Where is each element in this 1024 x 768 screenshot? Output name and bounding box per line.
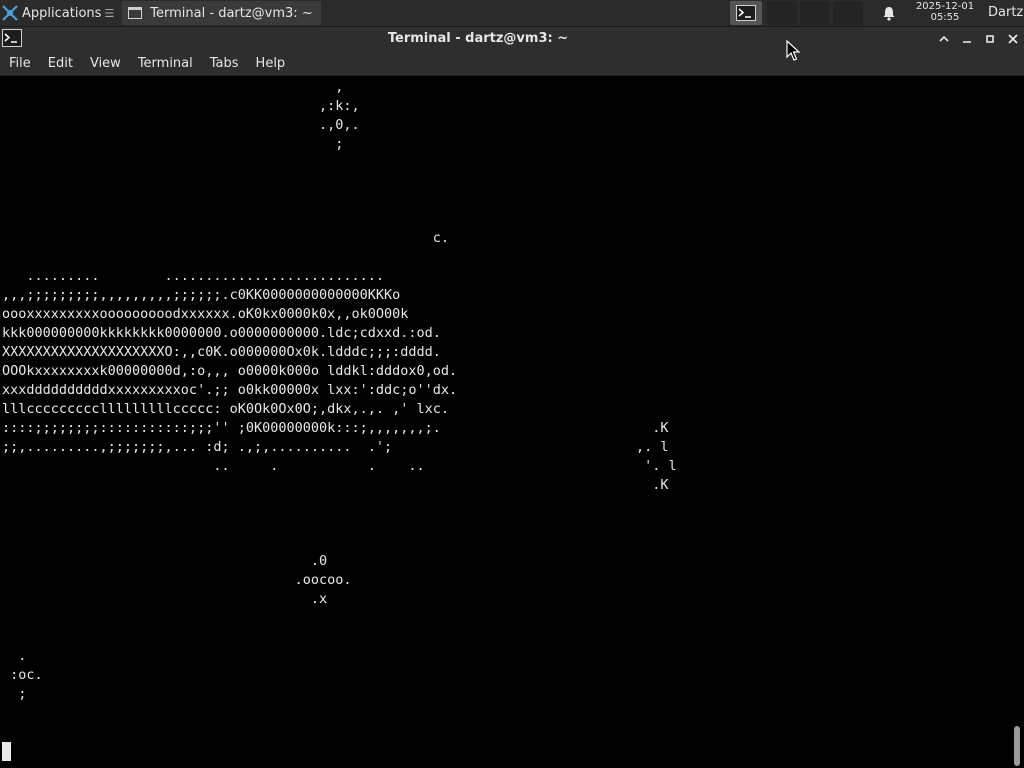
terminal-launcher-button[interactable] xyxy=(730,1,762,25)
terminal-line: oooxxxxxxxxxooooooooodxxxxxx.oK0kx0000k0… xyxy=(2,306,409,322)
terminal-line: lllccccccccclllllllllccccc: oK0Ok0Ox0O;,… xyxy=(2,401,450,417)
terminal-line: .0 xyxy=(2,553,328,569)
terminal-line: OOOkxxxxxxxxk00000000d,:o,,, o0000k000o … xyxy=(2,363,458,379)
terminal-line: xxxddddddddddxxxxxxxxxoc'.;; o0kk00000x … xyxy=(2,382,458,398)
terminal-line: .x xyxy=(2,591,328,607)
terminal-line: ,:k:, xyxy=(2,98,360,114)
workspace-2[interactable] xyxy=(767,1,797,25)
close-icon xyxy=(1008,34,1018,44)
terminal-line: ;;,.........,;;;;;;;,... :d; .,;,.......… xyxy=(2,439,669,455)
user-menu[interactable]: Dartz xyxy=(988,5,1023,20)
clock-time: 05:55 xyxy=(930,12,960,23)
menu-file[interactable]: File xyxy=(0,56,39,71)
terminal-output[interactable]: , ,:k:, .,0,. ; c. ......... ...........… xyxy=(0,76,1010,768)
workspace-3[interactable] xyxy=(800,1,830,25)
applications-label: Applications xyxy=(22,5,102,21)
chevron-up-icon xyxy=(939,35,949,42)
terminal-line: kkk000000000kkkkkkkk0000000.o0000000000.… xyxy=(2,325,441,341)
terminal-line: ; xyxy=(2,686,27,702)
terminal-scrollbar[interactable] xyxy=(1010,76,1024,768)
terminal-prompt-icon xyxy=(736,5,756,21)
window-titlebar[interactable]: Terminal - dartz@vm3: ~ xyxy=(0,27,1024,51)
menu-view[interactable]: View xyxy=(81,56,129,71)
terminal-line: c. xyxy=(2,230,450,246)
shade-button[interactable] xyxy=(934,29,954,49)
window-title: Terminal - dartz@vm3: ~ xyxy=(387,31,569,46)
workspace-4[interactable] xyxy=(833,1,863,25)
taskbar-terminal-button[interactable]: Terminal - dartz@vm3: ~ xyxy=(122,1,321,25)
menu-terminal[interactable]: Terminal xyxy=(129,56,201,71)
mouse-pointer-icon xyxy=(786,40,800,61)
terminal-line: ,,,;;;;;;;;;,,,,,,,,,;;;;;;.c0KK00000000… xyxy=(2,287,401,303)
applications-separator: ☰ xyxy=(104,6,115,20)
terminal-line: .. . . .. '. l xyxy=(2,458,677,474)
maximize-button[interactable] xyxy=(980,29,1000,49)
notification-bell-icon[interactable] xyxy=(881,5,897,21)
clock-date: 2025-12-01 xyxy=(915,1,975,12)
scrollbar-thumb[interactable] xyxy=(1014,726,1020,766)
terminal-line: ::::;;;;;;;;:::::::::::;;;'' ;0K00000000… xyxy=(2,420,669,436)
clock[interactable]: 2025-12-01 05:55 xyxy=(906,1,984,23)
minimize-button[interactable] xyxy=(957,29,977,49)
menu-help[interactable]: Help xyxy=(247,56,294,71)
terminal-line: ; xyxy=(2,136,344,152)
terminal-line: .K xyxy=(2,477,669,493)
maximize-icon xyxy=(986,35,994,43)
terminal-line: XXXXXXXXXXXXXXXXXXXXO:,,c0K.o000000Ox0k.… xyxy=(2,344,441,360)
close-button[interactable] xyxy=(1003,29,1023,49)
menu-edit[interactable]: Edit xyxy=(39,56,81,71)
terminal-line: .,0,. xyxy=(2,117,360,133)
menu-bar: File Edit View Terminal Tabs Help xyxy=(0,51,1024,76)
applications-menu-button[interactable]: Applications ☰ xyxy=(0,0,118,26)
terminal-line: . xyxy=(2,648,27,664)
terminal-line: , xyxy=(2,79,344,95)
minimize-icon xyxy=(963,41,971,43)
terminal-line: :oc. xyxy=(2,667,43,683)
menu-tabs[interactable]: Tabs xyxy=(201,56,247,71)
terminal-line: ......... ........................... xyxy=(2,268,385,284)
terminal-cursor xyxy=(2,742,11,761)
terminal-line: .oocoo. xyxy=(2,572,352,588)
top-panel: Applications ☰ Terminal - dartz@vm3: ~ 2… xyxy=(0,0,1024,27)
terminal-icon xyxy=(128,7,143,19)
applications-icon xyxy=(2,5,18,21)
taskbar-terminal-label: Terminal - dartz@vm3: ~ xyxy=(150,5,313,21)
